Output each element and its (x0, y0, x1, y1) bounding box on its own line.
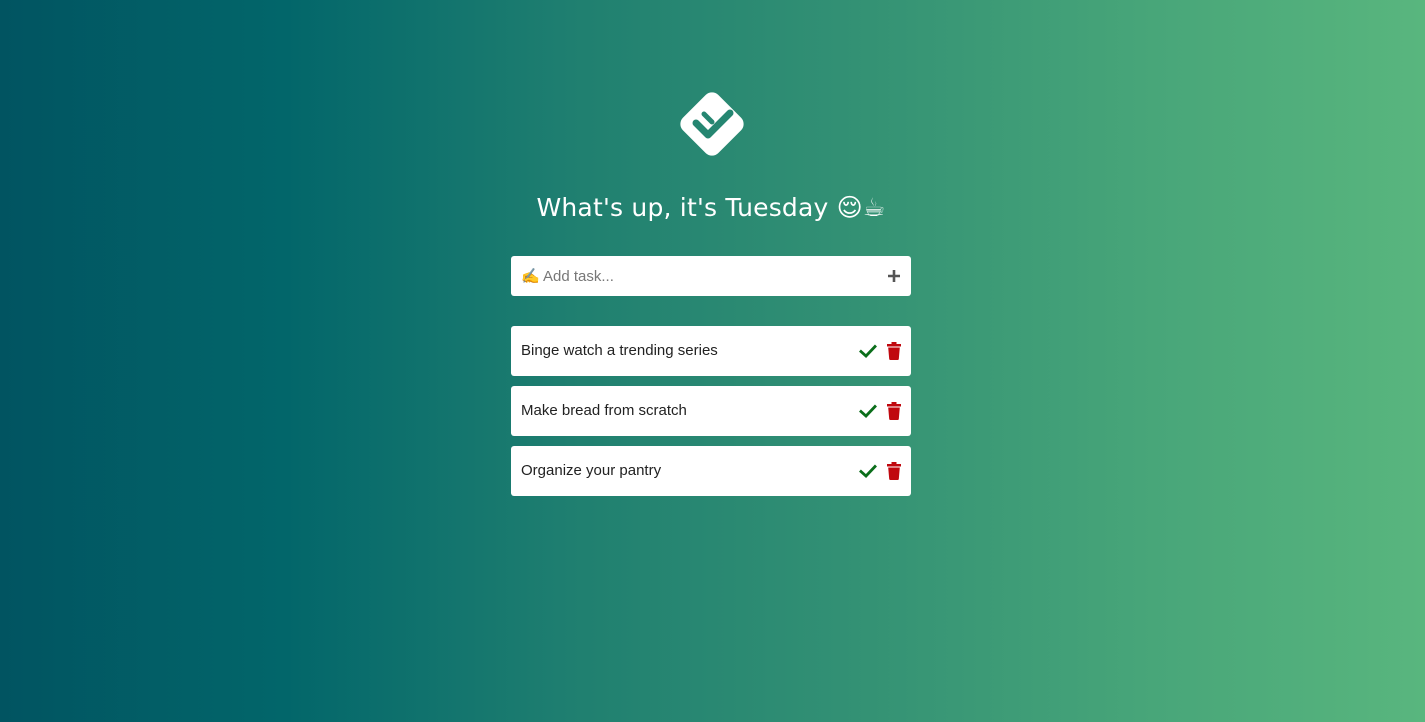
task-item: Binge watch a trending series (511, 326, 911, 376)
plus-icon[interactable] (885, 267, 903, 285)
add-task-form (511, 256, 911, 296)
check-icon[interactable] (859, 402, 877, 420)
double-check-logo-icon (678, 90, 746, 158)
add-task-input[interactable] (521, 256, 871, 296)
task-text: Binge watch a trending series (521, 342, 718, 359)
task-item: Make bread from scratch (511, 386, 911, 436)
task-text: Make bread from scratch (521, 402, 687, 419)
task-list: Binge watch a trending series Make bread… (511, 326, 911, 506)
task-item: Organize your pantry (511, 446, 911, 496)
trash-icon[interactable] (887, 402, 901, 420)
trash-icon[interactable] (887, 462, 901, 480)
task-text: Organize your pantry (521, 462, 662, 479)
check-icon[interactable] (859, 342, 877, 360)
check-icon[interactable] (859, 462, 877, 480)
page-title: What's up, it's Tuesday 😌☕ (536, 193, 886, 222)
trash-icon[interactable] (887, 342, 901, 360)
